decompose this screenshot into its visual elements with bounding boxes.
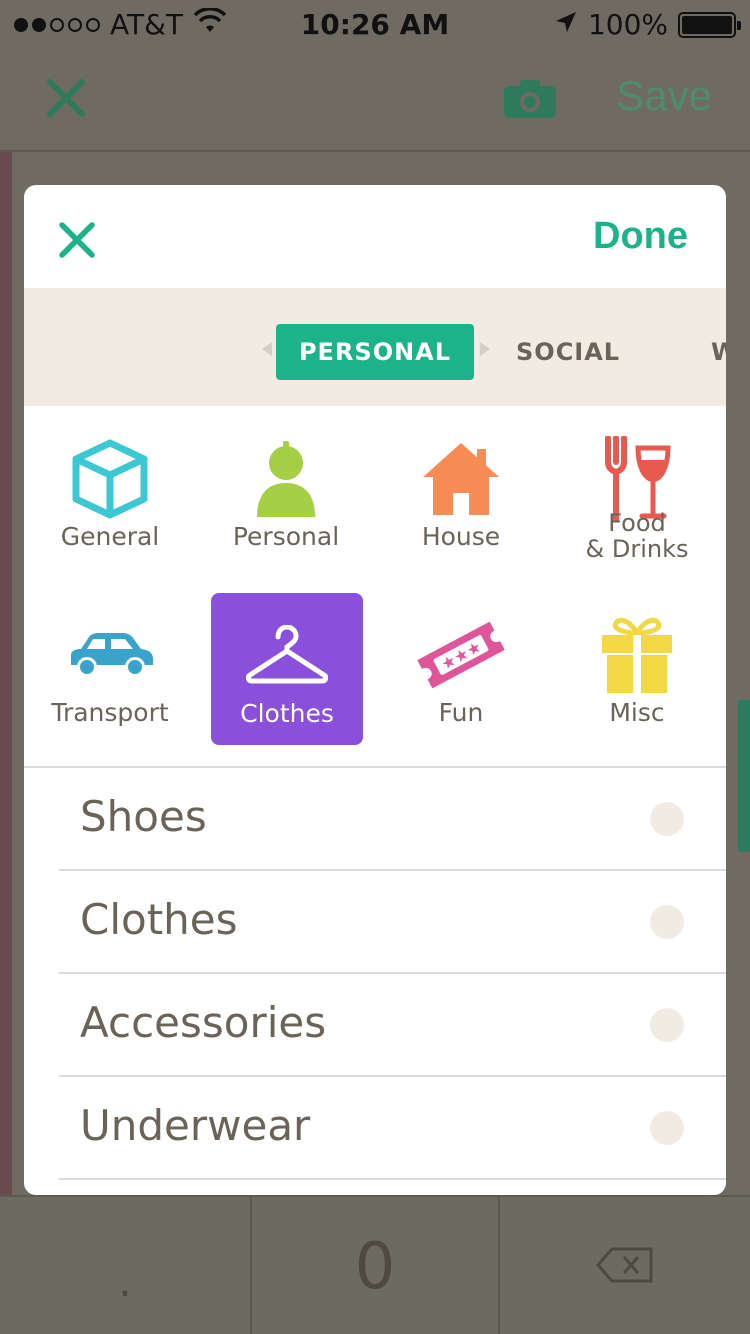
list-item[interactable]: Shoes (59, 768, 726, 871)
tab-social[interactable]: SOCIAL (516, 324, 620, 380)
battery-percent: 100% (587, 8, 668, 41)
category-fun[interactable]: ★★★ Fun (385, 592, 537, 744)
car-icon (34, 610, 186, 700)
backspace-key[interactable] (500, 1197, 750, 1334)
gift-icon (561, 610, 713, 700)
battery-icon (678, 11, 741, 38)
hanger-icon (211, 611, 363, 701)
backspace-icon (596, 1247, 654, 1287)
category-label: General (60, 522, 160, 551)
box-icon (34, 434, 186, 524)
zero-key[interactable]: 0 (250, 1197, 500, 1334)
close-icon[interactable] (58, 221, 96, 259)
subcategory-label: Underwear (80, 1101, 311, 1150)
tab-personal[interactable]: PERSONAL (276, 324, 474, 380)
close-icon[interactable] (44, 76, 88, 124)
background-color-strip (738, 700, 750, 852)
scroll-left-arrow-icon (262, 342, 272, 356)
category-picker-modal: Done PERSONAL SOCIAL W General Personal … (24, 185, 726, 1195)
camera-icon[interactable] (502, 78, 558, 124)
save-button[interactable]: Save (616, 72, 712, 120)
category-food-drinks[interactable]: Food & Drinks (561, 416, 713, 568)
category-label-line2: & Drinks (585, 535, 689, 563)
location-arrow-icon (554, 8, 578, 41)
subcategory-list: Shoes Clothes Accessories Underwear (24, 768, 726, 1180)
list-item[interactable]: Accessories (59, 974, 726, 1077)
background-nav-bar: Save (0, 50, 750, 152)
category-grid: General Personal House Food & Drinks Tra… (24, 406, 726, 768)
tab-work[interactable]: W (711, 324, 726, 380)
category-misc[interactable]: Misc (561, 592, 713, 744)
keypad: . 0 (0, 1195, 750, 1334)
category-label: Fun (438, 698, 484, 727)
category-label: Food (608, 509, 666, 537)
radio-button[interactable] (650, 802, 684, 836)
radio-button[interactable] (650, 1008, 684, 1042)
ticket-icon: ★★★ (385, 610, 537, 700)
background-color-strip (0, 152, 12, 1334)
status-bar: AT&T 10:26 AM 100% (0, 0, 750, 50)
scroll-right-arrow-icon (480, 342, 490, 356)
category-label: Transport (51, 698, 169, 727)
category-transport[interactable]: Transport (34, 592, 186, 744)
done-button[interactable]: Done (593, 215, 688, 258)
category-clothes[interactable]: Clothes (211, 593, 363, 745)
category-group-tabs: PERSONAL SOCIAL W (24, 288, 726, 406)
category-label: Misc (609, 698, 665, 727)
list-item[interactable]: Underwear (59, 1077, 726, 1180)
radio-button[interactable] (650, 905, 684, 939)
modal-header: Done (24, 185, 726, 288)
house-icon (385, 434, 537, 524)
subcategory-label: Shoes (80, 792, 207, 841)
category-label: Clothes (240, 699, 334, 728)
subcategory-label: Accessories (80, 998, 327, 1047)
category-general[interactable]: General (34, 416, 186, 568)
category-label: House (421, 522, 501, 551)
category-personal[interactable]: Personal (210, 416, 362, 568)
decimal-key[interactable]: . (0, 1197, 250, 1334)
subcategory-label: Clothes (80, 895, 238, 944)
person-icon (210, 434, 362, 524)
category-label: Personal (232, 522, 340, 551)
list-item[interactable]: Clothes (59, 871, 726, 974)
category-house[interactable]: House (385, 416, 537, 568)
radio-button[interactable] (650, 1111, 684, 1145)
